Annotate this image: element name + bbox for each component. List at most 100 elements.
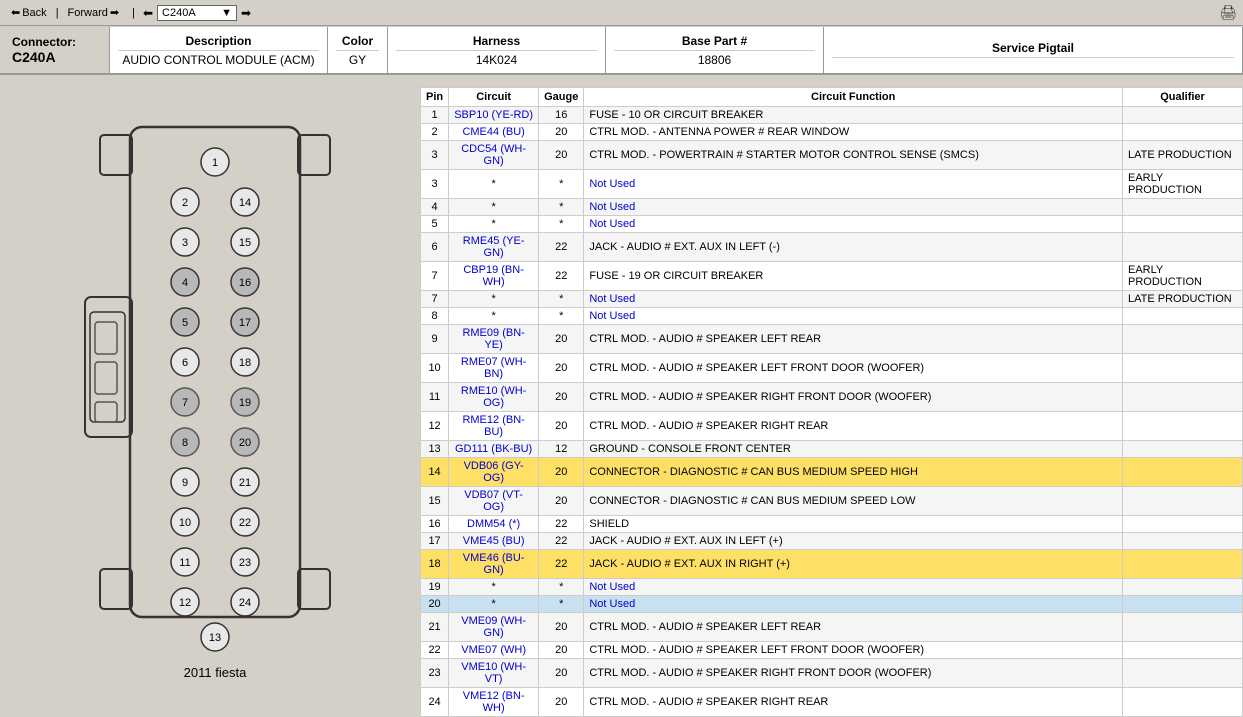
cell-qualifier [1123, 642, 1243, 659]
circuit-link[interactable]: CDC54 (WH-GN) [461, 143, 526, 167]
cell-circuit[interactable]: SBP10 (YE-RD) [449, 107, 539, 124]
cell-circuit[interactable]: VME07 (WH) [449, 642, 539, 659]
cell-pin: 3 [421, 170, 449, 199]
base-part-value: 18806 [698, 53, 731, 67]
svg-text:9: 9 [182, 477, 188, 489]
circuit-link[interactable]: RME45 (YE-GN) [463, 235, 525, 259]
cell-function: CTRL MOD. - ANTENNA POWER # REAR WINDOW [584, 124, 1123, 141]
cell-gauge: 20 [539, 124, 584, 141]
circuit-link[interactable]: GD111 (BK-BU) [455, 443, 532, 455]
cell-circuit[interactable]: VME45 (BU) [449, 533, 539, 550]
print-icon[interactable]: 🖨 [1219, 4, 1237, 20]
cell-function: Not Used [584, 199, 1123, 216]
header-description-cell: Description AUDIO CONTROL MODULE (ACM) [110, 27, 328, 73]
cell-circuit[interactable]: CBP19 (BN-WH) [449, 262, 539, 291]
cell-circuit[interactable]: DMM54 (*) [449, 516, 539, 533]
cell-qualifier [1123, 233, 1243, 262]
cell-gauge: 22 [539, 262, 584, 291]
cell-function: CTRL MOD. - AUDIO # SPEAKER RIGHT REAR [584, 688, 1123, 717]
cell-qualifier [1123, 659, 1243, 688]
circuit-link[interactable]: VME07 (WH) [461, 644, 526, 656]
circuit-link[interactable]: CME44 (BU) [462, 126, 524, 138]
forward-label: Forward [68, 7, 108, 19]
circuit-link[interactable]: VME12 (BN-WH) [463, 690, 525, 714]
color-title: Color [336, 34, 379, 51]
cell-qualifier [1123, 412, 1243, 441]
back-button[interactable]: ⬅ Back [6, 4, 52, 21]
table-body: 1SBP10 (YE-RD)16FUSE - 10 OR CIRCUIT BRE… [421, 107, 1243, 717]
table-row: 3CDC54 (WH-GN)20CTRL MOD. - POWERTRAIN #… [421, 141, 1243, 170]
cell-function: JACK - AUDIO # EXT. AUX IN RIGHT (+) [584, 550, 1123, 579]
cell-circuit[interactable]: VME09 (WH-GN) [449, 613, 539, 642]
header-pin: Pin [421, 88, 449, 107]
circuit-link[interactable]: RME09 (BN-YE) [462, 327, 524, 351]
circuit-link[interactable]: VDB07 (VT-OG) [464, 489, 523, 513]
circuit-link[interactable]: RME12 (BN-BU) [462, 414, 524, 438]
circuit-link[interactable]: VME46 (BU-GN) [463, 552, 525, 576]
circuit-link[interactable]: DMM54 (*) [467, 518, 520, 530]
table-row: 15VDB07 (VT-OG)20CONNECTOR - DIAGNOSTIC … [421, 487, 1243, 516]
cell-circuit[interactable]: GD111 (BK-BU) [449, 441, 539, 458]
cell-circuit[interactable]: VME46 (BU-GN) [449, 550, 539, 579]
header-base-part-cell: Base Part # 18806 [606, 27, 824, 73]
cell-qualifier [1123, 199, 1243, 216]
cell-circuit[interactable]: RME09 (BN-YE) [449, 325, 539, 354]
table-row: 22VME07 (WH)20CTRL MOD. - AUDIO # SPEAKE… [421, 642, 1243, 659]
circuit-link[interactable]: RME10 (WH-OG) [461, 385, 526, 409]
service-pigtail-title: Service Pigtail [832, 41, 1234, 58]
circuit-link[interactable]: VME09 (WH-GN) [461, 615, 526, 639]
toolbar-left: ⬅ Back | Forward ➡ | ⬅ C240A ▼ ➡ [6, 4, 251, 21]
cell-pin: 7 [421, 291, 449, 308]
cell-circuit[interactable]: * [449, 596, 539, 613]
svg-text:13: 13 [209, 632, 221, 644]
cell-pin: 5 [421, 216, 449, 233]
cell-circuit[interactable]: * [449, 216, 539, 233]
forward-button[interactable]: Forward ➡ [63, 4, 125, 21]
cell-circuit[interactable]: VME12 (BN-WH) [449, 688, 539, 717]
circuit-link[interactable]: SBP10 (YE-RD) [454, 109, 533, 121]
cell-gauge: 20 [539, 688, 584, 717]
cell-gauge: * [539, 291, 584, 308]
circuit-link[interactable]: VME45 (BU) [463, 535, 525, 547]
cell-circuit[interactable]: RME45 (YE-GN) [449, 233, 539, 262]
cell-qualifier [1123, 516, 1243, 533]
pin-table: Pin Circuit Gauge Circuit Function Quali… [420, 87, 1243, 717]
connector-dropdown[interactable]: C240A ▼ [157, 5, 237, 21]
toolbar: ⬅ Back | Forward ➡ | ⬅ C240A ▼ ➡ 🖨 [0, 0, 1243, 26]
cell-pin: 6 [421, 233, 449, 262]
cell-circuit[interactable]: CDC54 (WH-GN) [449, 141, 539, 170]
cell-qualifier: EARLY PRODUCTION [1123, 262, 1243, 291]
separator: | [56, 7, 59, 19]
cell-circuit[interactable]: VDB06 (GY-OG) [449, 458, 539, 487]
cell-function: Not Used [584, 170, 1123, 199]
circuit-link[interactable]: VME10 (WH-VT) [461, 661, 526, 685]
table-row: 12RME12 (BN-BU)20CTRL MOD. - AUDIO # SPE… [421, 412, 1243, 441]
cell-circuit[interactable]: * [449, 308, 539, 325]
cell-circuit[interactable]: * [449, 170, 539, 199]
circuit-link[interactable]: RME07 (WH-BN) [461, 356, 526, 380]
cell-function: JACK - AUDIO # EXT. AUX IN LEFT (+) [584, 533, 1123, 550]
description-value: AUDIO CONTROL MODULE (ACM) [122, 53, 314, 67]
cell-circuit[interactable]: RME07 (WH-BN) [449, 354, 539, 383]
cell-circuit[interactable]: VDB07 (VT-OG) [449, 487, 539, 516]
table-row: 24VME12 (BN-WH)20CTRL MOD. - AUDIO # SPE… [421, 688, 1243, 717]
harness-value: 14K024 [476, 53, 517, 67]
cell-circuit[interactable]: VME10 (WH-VT) [449, 659, 539, 688]
cell-circuit[interactable]: CME44 (BU) [449, 124, 539, 141]
table-header: Pin Circuit Gauge Circuit Function Quali… [421, 88, 1243, 107]
cell-function: GROUND - CONSOLE FRONT CENTER [584, 441, 1123, 458]
cell-gauge: 20 [539, 458, 584, 487]
circuit-link[interactable]: CBP19 (BN-WH) [463, 264, 524, 288]
cell-function: CTRL MOD. - AUDIO # SPEAKER LEFT REAR [584, 325, 1123, 354]
cell-circuit[interactable]: * [449, 579, 539, 596]
cell-gauge: 22 [539, 516, 584, 533]
header-gauge: Gauge [539, 88, 584, 107]
cell-circuit[interactable]: RME12 (BN-BU) [449, 412, 539, 441]
cell-circuit[interactable]: * [449, 291, 539, 308]
circuit-link[interactable]: VDB06 (GY-OG) [464, 460, 524, 484]
cell-function: FUSE - 19 OR CIRCUIT BREAKER [584, 262, 1123, 291]
cell-circuit[interactable]: * [449, 199, 539, 216]
cell-circuit[interactable]: RME10 (WH-OG) [449, 383, 539, 412]
cell-pin: 10 [421, 354, 449, 383]
svg-text:12: 12 [179, 597, 191, 609]
